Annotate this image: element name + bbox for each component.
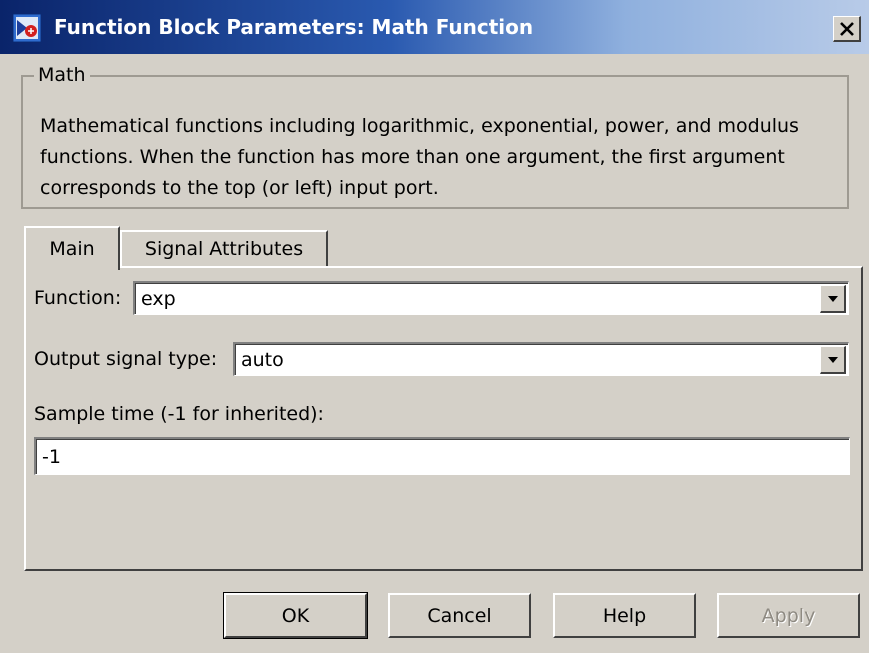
output-signal-type-label: Output signal type: (34, 348, 218, 370)
output-signal-type-value: auto (241, 349, 284, 371)
output-signal-type-dropdown[interactable]: auto (233, 342, 849, 376)
cancel-button[interactable]: Cancel (388, 593, 531, 638)
group-legend: Math (34, 64, 90, 86)
function-dropdown-button[interactable] (820, 285, 846, 313)
close-button[interactable] (833, 16, 861, 42)
apply-button[interactable]: Apply (717, 593, 860, 638)
tab-main[interactable]: Main (24, 226, 120, 270)
sample-time-value: -1 (42, 446, 61, 468)
window-title: Function Block Parameters: Math Function (54, 15, 534, 39)
tab-signal-attributes[interactable]: Signal Attributes (120, 230, 328, 266)
function-dropdown[interactable]: exp (133, 281, 849, 315)
function-label: Function: (34, 287, 122, 309)
description-line: functions. When the function has more th… (40, 146, 785, 168)
description-line: Mathematical functions including logarit… (40, 115, 799, 137)
block-description: Mathematical functions including logarit… (40, 111, 840, 204)
function-value: exp (141, 288, 176, 310)
close-icon (839, 21, 854, 36)
sample-time-label: Sample time (-1 for inherited): (34, 403, 324, 425)
description-line: corresponds to the top (or left) input p… (40, 177, 439, 199)
chevron-down-icon (827, 356, 838, 363)
simulink-block-icon (13, 14, 41, 42)
sample-time-input[interactable]: -1 (34, 437, 850, 475)
title-bar[interactable]: Function Block Parameters: Math Function (0, 0, 869, 54)
help-button[interactable]: Help (553, 593, 696, 638)
chevron-down-icon (827, 295, 838, 302)
ok-button[interactable]: OK (223, 592, 368, 639)
output-signal-type-dropdown-button[interactable] (820, 346, 846, 374)
